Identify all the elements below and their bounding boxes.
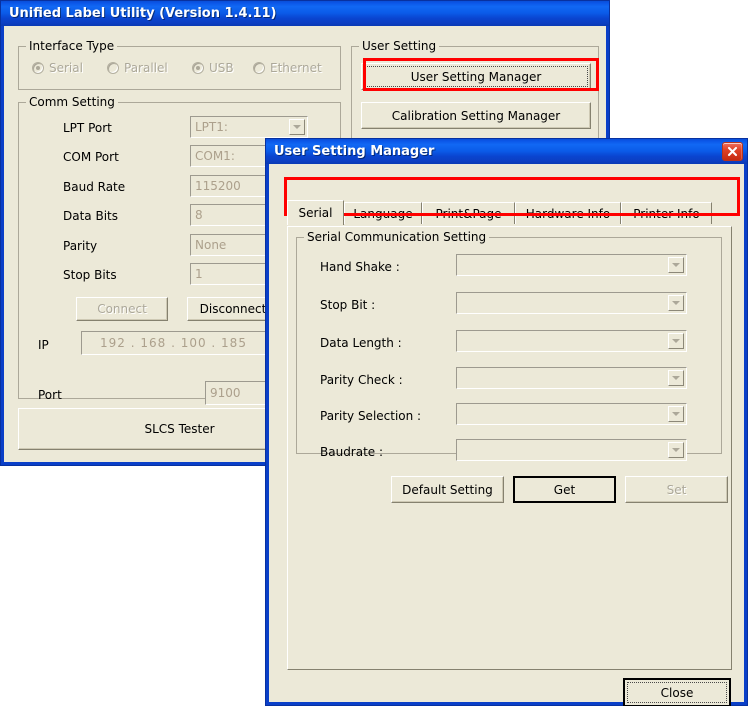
comm-setting-legend: Comm Setting [26, 95, 118, 109]
chevron-down-icon[interactable] [668, 333, 684, 349]
com-port-label: COM Port [63, 150, 119, 164]
data-bits-value: 8 [195, 208, 203, 222]
serial-communication-setting-group: Serial Communication Setting Hand Shake … [296, 230, 722, 461]
disconnect-label: Disconnect [199, 302, 267, 316]
radio-dot-icon [107, 62, 119, 74]
data-length-label: Data Length : [320, 336, 402, 350]
data-bits-label: Data Bits [63, 209, 118, 223]
user-setting-group: User Setting User Setting Manager Calibr… [351, 39, 599, 142]
dialog-body: Serial Language Print&Page Hardware Info… [269, 164, 744, 706]
stop-bits-label: Stop Bits [63, 268, 117, 282]
tab-print-and-page[interactable]: Print&Page [422, 202, 515, 224]
tab-serial-label: Serial [298, 206, 333, 220]
ip-label: IP [38, 338, 49, 352]
get-button[interactable]: Get [513, 476, 616, 503]
radio-parallel-label: Parallel [124, 61, 168, 75]
dialog-title: User Setting Manager [274, 144, 435, 159]
port-label: Port [38, 388, 62, 402]
user-setting-legend: User Setting [359, 39, 440, 53]
parity-value: None [195, 238, 227, 252]
stop-bits-value: 1 [195, 267, 203, 281]
stop-bit-label: Stop Bit : [320, 298, 376, 312]
lpt-port-value: LPT1: [195, 120, 228, 134]
radio-dot-icon [32, 62, 44, 74]
parity-selection-label: Parity Selection : [320, 409, 422, 423]
default-setting-button[interactable]: Default Setting [391, 476, 504, 503]
main-window-title: Unified Label Utility (Version 1.4.11) [9, 6, 277, 21]
calibration-setting-manager-button[interactable]: Calibration Setting Manager [361, 102, 591, 129]
ip-value: 192 . 168 . 100 . 185 [100, 336, 247, 350]
radio-ethernet[interactable]: Ethernet [253, 61, 322, 75]
tab-printer-info-label: Printer Info [633, 206, 700, 221]
tab-content-panel: Serial Communication Setting Hand Shake … [287, 226, 732, 670]
tab-language-label: Language [353, 206, 413, 221]
port-value: 9100 [210, 386, 241, 400]
close-button[interactable]: Close [623, 678, 731, 706]
get-label: Get [553, 482, 576, 497]
radio-serial[interactable]: Serial [32, 61, 83, 75]
connect-label: Connect [97, 302, 147, 316]
calibration-setting-manager-label: Calibration Setting Manager [391, 108, 561, 123]
parity-selection-combo[interactable] [456, 403, 687, 425]
radio-parallel[interactable]: Parallel [107, 61, 168, 75]
baudrate-label: Baudrate : [320, 445, 384, 459]
tab-hardware-info-label: Hardware Info [525, 206, 611, 221]
radio-usb[interactable]: USB [192, 61, 234, 75]
parity-label: Parity [63, 239, 98, 253]
default-setting-label: Default Setting [402, 482, 493, 497]
baud-rate-value: 115200 [195, 179, 241, 193]
set-button[interactable]: Set [625, 476, 728, 503]
baud-rate-label: Baud Rate [63, 180, 126, 194]
com-port-value: COM1: [195, 149, 235, 163]
radio-dot-icon [192, 62, 204, 74]
radio-serial-label: Serial [49, 61, 83, 75]
hand-shake-combo[interactable] [456, 254, 687, 276]
data-length-combo[interactable] [456, 330, 687, 352]
screen: Unified Label Utility (Version 1.4.11) I… [0, 0, 748, 706]
chevron-down-icon[interactable] [668, 406, 684, 422]
close-icon[interactable] [722, 142, 743, 161]
user-setting-manager-label: User Setting Manager [410, 69, 542, 84]
interface-type-legend: Interface Type [26, 39, 118, 53]
serial-communication-setting-legend: Serial Communication Setting [304, 230, 490, 244]
tab-printer-info[interactable]: Printer Info [621, 202, 712, 224]
tabstrip: Serial Language Print&Page Hardware Info… [287, 200, 732, 227]
set-label: Set [666, 482, 687, 497]
main-window-titlebar: Unified Label Utility (Version 1.4.11) [1, 1, 609, 26]
lpt-port-label: LPT Port [63, 121, 112, 135]
chevron-down-icon[interactable] [668, 370, 684, 386]
radio-ethernet-label: Ethernet [270, 61, 322, 75]
dialog-titlebar: User Setting Manager [266, 139, 747, 164]
chevron-down-icon[interactable] [668, 257, 684, 273]
user-setting-manager-button[interactable]: User Setting Manager [361, 63, 591, 90]
slcs-tester-label: SLCS Tester [144, 422, 215, 436]
user-setting-manager-dialog: User Setting Manager Serial Language Pri… [265, 138, 748, 706]
chevron-down-icon[interactable] [289, 119, 305, 135]
connect-button[interactable]: Connect [76, 297, 168, 321]
radio-dot-icon [253, 62, 265, 74]
tab-print-and-page-label: Print&Page [435, 206, 502, 221]
close-button-label: Close [660, 685, 694, 700]
tab-hardware-info[interactable]: Hardware Info [515, 202, 621, 224]
radio-usb-label: USB [209, 61, 234, 75]
stop-bit-combo[interactable] [456, 292, 687, 314]
parity-check-label: Parity Check : [320, 373, 403, 387]
chevron-down-icon[interactable] [668, 295, 684, 311]
chevron-down-icon[interactable] [668, 442, 684, 458]
lpt-port-combo[interactable]: LPT1: [190, 116, 308, 138]
parity-check-combo[interactable] [456, 367, 687, 389]
tab-language[interactable]: Language [344, 202, 422, 224]
interface-type-group: Interface Type Serial Parallel USB Ether… [18, 39, 341, 90]
hand-shake-label: Hand Shake : [320, 260, 400, 274]
tab-serial[interactable]: Serial [287, 200, 344, 225]
baudrate-combo[interactable] [456, 439, 687, 461]
